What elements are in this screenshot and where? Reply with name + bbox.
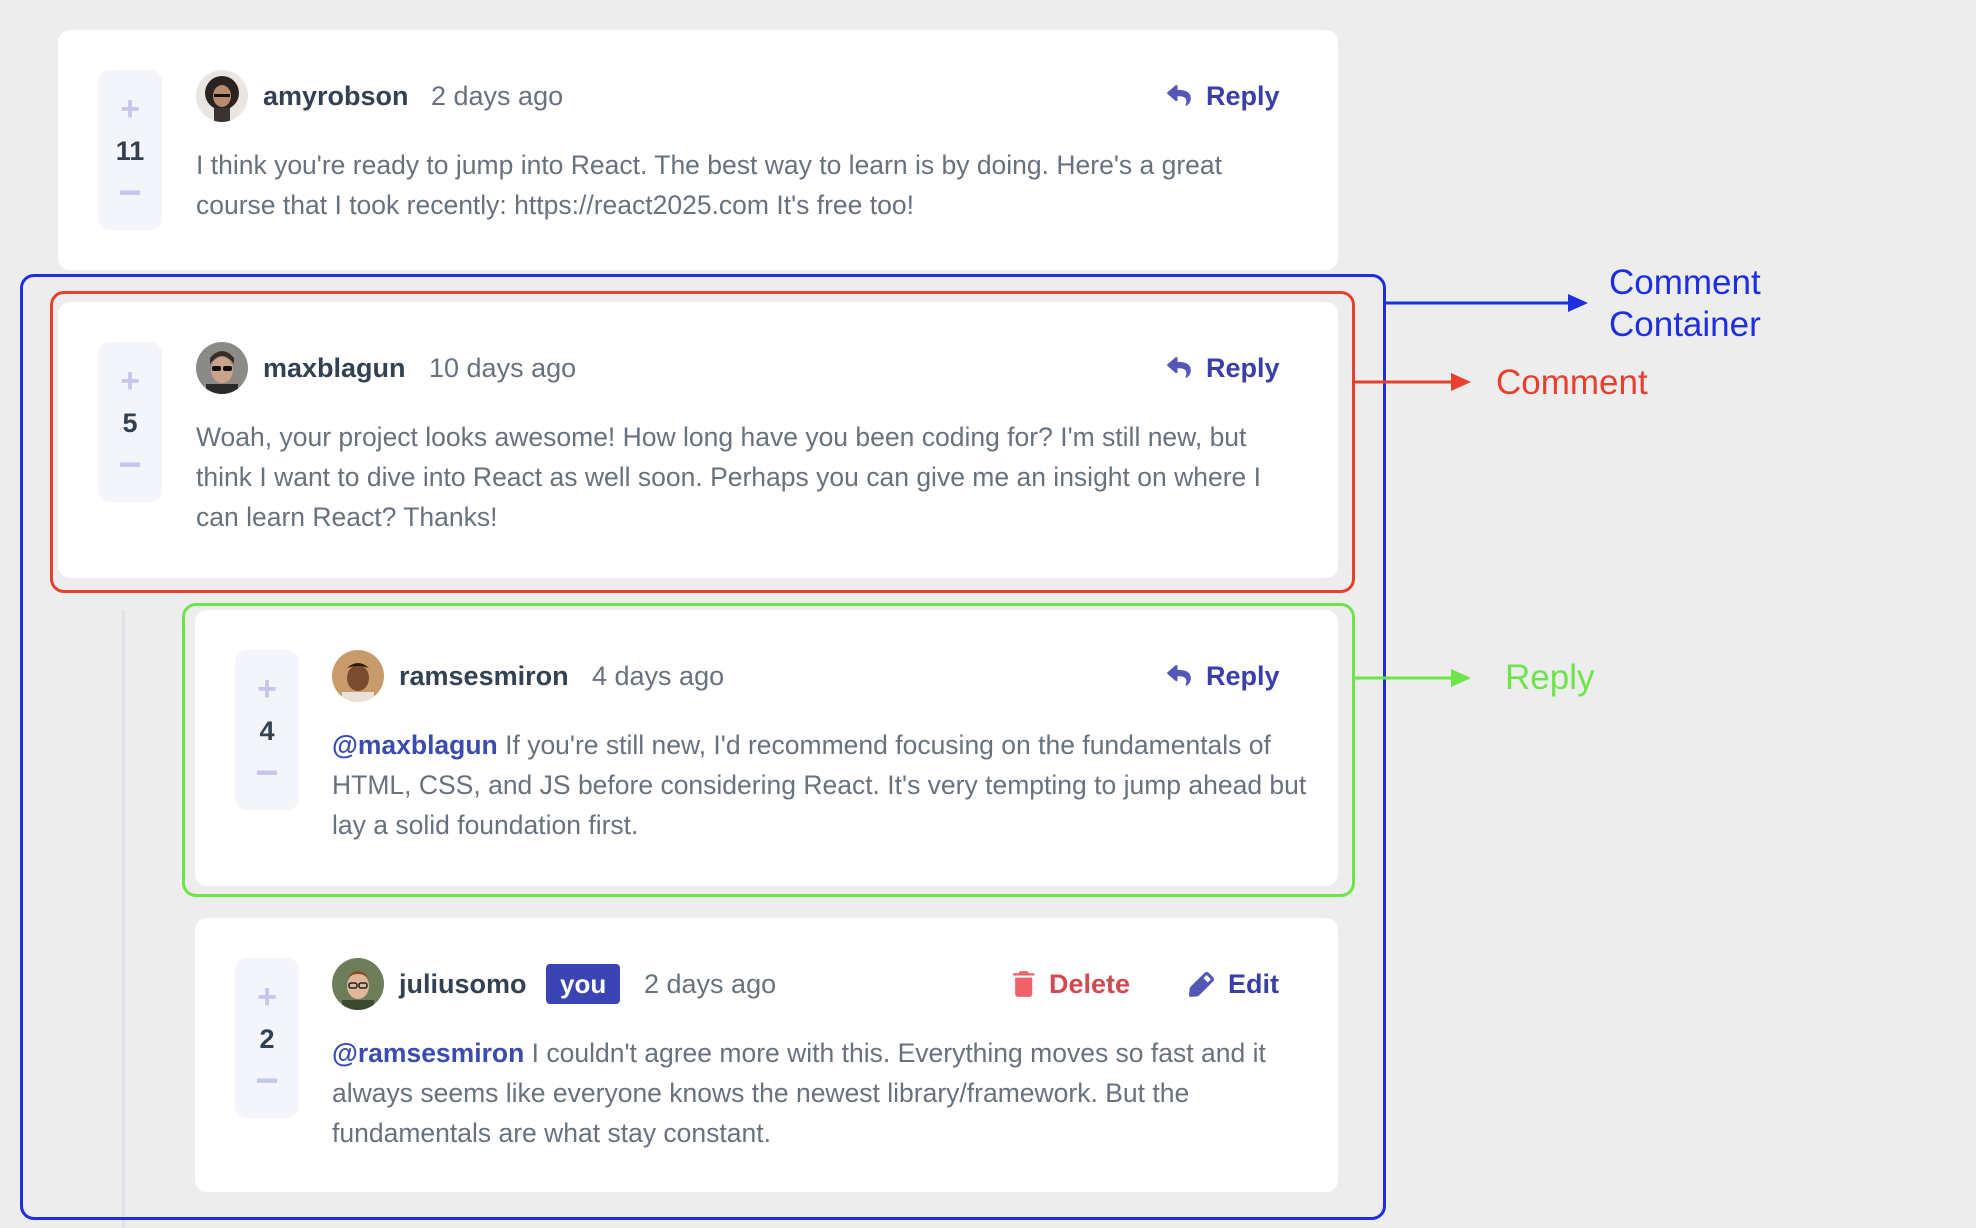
- diagram-stage: + 11 − amyrobson 2 days ago Reply I thin…: [0, 0, 1976, 1228]
- annotation-arrows: [1355, 294, 1588, 687]
- reply-arrow-head: [1451, 669, 1471, 687]
- comment-arrow-head: [1451, 373, 1471, 391]
- reply-annotation-label: Reply: [1505, 658, 1595, 697]
- container-arrow-head: [1568, 294, 1588, 312]
- comment-label: Comment: [1496, 363, 1648, 402]
- comment-container-label: Comment Container: [1609, 262, 1761, 346]
- comment-container-label-line1: Comment: [1609, 263, 1761, 302]
- comment-container-label-line2: Container: [1609, 305, 1761, 344]
